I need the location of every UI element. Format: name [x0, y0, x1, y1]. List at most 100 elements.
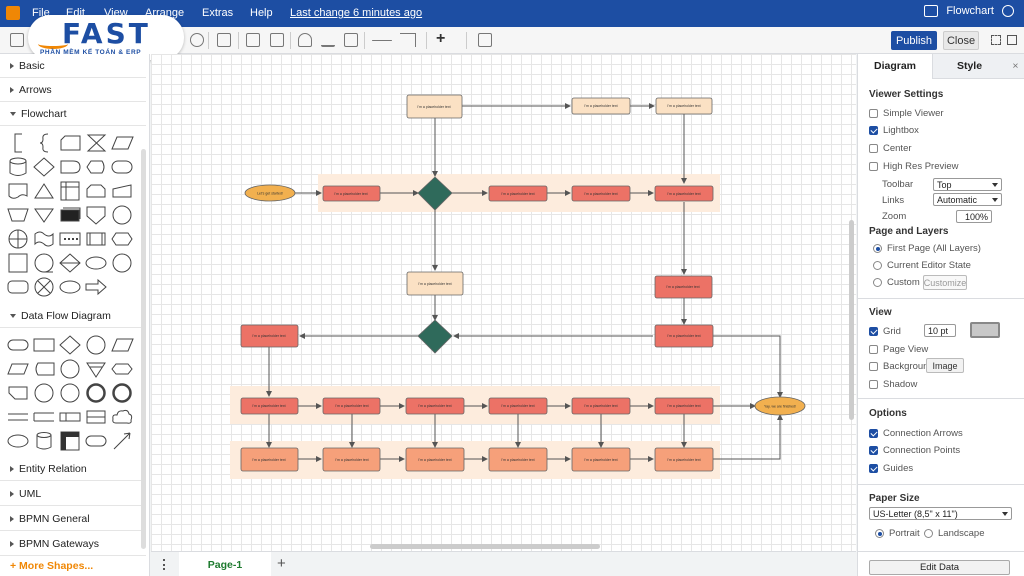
center-row[interactable]: Center — [869, 143, 912, 154]
current-editor-radio[interactable] — [873, 261, 882, 270]
collate-shape[interactable] — [84, 131, 109, 155]
dfd-wave-shape[interactable] — [32, 357, 57, 381]
dfd-circle-plain-shape[interactable] — [32, 381, 57, 405]
process-shape[interactable] — [84, 227, 109, 251]
manual-input-shape[interactable] — [110, 179, 135, 203]
dfd-split-shape[interactable] — [58, 405, 83, 429]
collapse-icon[interactable] — [1007, 35, 1017, 45]
comments-icon[interactable] — [924, 5, 939, 17]
brace-shape[interactable] — [32, 131, 57, 155]
first-page-radio[interactable] — [873, 244, 882, 253]
terminator-shape[interactable] — [110, 155, 135, 179]
decision-shape[interactable] — [32, 155, 57, 179]
connection-arrows-checkbox[interactable] — [869, 429, 878, 438]
dfd-rounded-shape[interactable] — [84, 429, 109, 453]
section-entity-relation[interactable]: Entity Relation — [0, 457, 146, 481]
section-bpmn-general[interactable]: BPMN General — [0, 507, 146, 531]
portrait-radio[interactable] — [875, 529, 884, 538]
dfd-list-shape[interactable] — [84, 405, 109, 429]
data-shape[interactable] — [110, 131, 135, 155]
manual-operation-shape[interactable] — [6, 203, 31, 227]
diagram-title[interactable]: Flowchart — [946, 5, 994, 17]
database-shape[interactable] — [6, 155, 31, 179]
lightbox-row[interactable]: Lightbox — [869, 125, 919, 136]
sidebar-scrollbar[interactable] — [141, 149, 146, 549]
landscape-row[interactable]: Landscape — [924, 528, 984, 539]
page-view-checkbox[interactable] — [869, 345, 878, 354]
landscape-radio[interactable] — [924, 529, 933, 538]
annotation-shape[interactable] — [6, 131, 31, 155]
dfd-terminator-shape[interactable] — [6, 333, 31, 357]
portrait-row[interactable]: Portrait — [875, 528, 920, 539]
background-checkbox[interactable] — [869, 362, 878, 371]
image-button[interactable]: Image — [926, 358, 964, 373]
dfd-connector-shape[interactable] — [110, 429, 135, 453]
language-globe-icon[interactable] — [1002, 5, 1014, 17]
dfd-store-shape[interactable] — [32, 405, 57, 429]
page-view-row[interactable]: Page View — [869, 344, 928, 355]
section-flowchart[interactable]: Flowchart — [0, 102, 146, 126]
tab-style[interactable]: Style — [932, 54, 1006, 79]
paper-size-select[interactable]: US-Letter (8,5" x 11") — [869, 507, 1012, 520]
section-uml[interactable]: UML — [0, 482, 146, 506]
page-tab[interactable]: Page-1 — [179, 552, 271, 576]
more-shapes-link[interactable]: + More Shapes... — [10, 560, 93, 572]
dfd-hexagon-shape[interactable] — [110, 357, 135, 381]
dfd-window-shape[interactable] — [58, 429, 83, 453]
section-bpmn-gateways[interactable]: BPMN Gateways — [0, 532, 146, 556]
center-checkbox[interactable] — [869, 144, 878, 153]
menu-help[interactable]: Help — [250, 7, 273, 19]
delay-shape[interactable] — [58, 155, 83, 179]
pages-menu-icon[interactable] — [163, 559, 166, 570]
dfd-tab-shape[interactable] — [6, 381, 31, 405]
start-shape[interactable] — [110, 251, 135, 275]
custom-row[interactable]: Custom — [873, 277, 920, 288]
ellipse-shape[interactable] — [58, 275, 83, 299]
connection-arrows-row[interactable]: Connection Arrows — [869, 428, 963, 439]
close-panel-icon[interactable]: × — [1006, 54, 1024, 79]
terminal-shape[interactable] — [6, 275, 31, 299]
tab-diagram[interactable]: Diagram — [858, 54, 932, 79]
high-res-row[interactable]: High Res Preview — [869, 161, 959, 172]
merge-shape[interactable] — [32, 203, 57, 227]
summing-x-shape[interactable] — [32, 275, 57, 299]
section-basic[interactable]: Basic — [0, 54, 146, 78]
grid-checkbox[interactable] — [869, 327, 878, 336]
line-color-icon[interactable] — [321, 33, 335, 47]
predefined-process-shape[interactable] — [58, 227, 83, 251]
decision-diamond[interactable] — [417, 319, 453, 354]
display-shape[interactable] — [84, 155, 109, 179]
lightbox-checkbox[interactable] — [869, 126, 878, 135]
fullscreen-icon[interactable] — [991, 35, 1001, 45]
menu-extras[interactable]: Extras — [202, 7, 233, 19]
fill-color-icon[interactable] — [298, 33, 312, 47]
canvas-vertical-scrollbar[interactable] — [849, 220, 854, 420]
preparation-shape[interactable] — [110, 227, 135, 251]
rectangle-shape[interactable] — [6, 251, 31, 275]
dfd-diamond-shape[interactable] — [58, 333, 83, 357]
arrow-right-shape[interactable] — [84, 275, 109, 299]
dfd-rectangle-shape[interactable] — [32, 333, 57, 357]
high-res-checkbox[interactable] — [869, 162, 878, 171]
canvas-horizontal-scrollbar[interactable] — [370, 544, 600, 549]
or-shape[interactable] — [110, 203, 135, 227]
close-button[interactable]: Close — [943, 31, 979, 50]
connector[interactable] — [713, 335, 783, 398]
grid-color-swatch[interactable] — [970, 322, 1000, 338]
first-page-row[interactable]: First Page (All Layers) — [873, 243, 981, 254]
simple-viewer-row[interactable]: Simple Viewer — [869, 108, 944, 119]
dfd-parallelogram-shape[interactable] — [110, 333, 135, 357]
custom-radio[interactable] — [873, 278, 882, 287]
dfd-circle-thick-shape[interactable] — [84, 381, 109, 405]
add-page-icon[interactable]: + — [277, 555, 286, 572]
dfd-cloud-shape[interactable] — [110, 405, 135, 429]
drawio-app-icon[interactable] — [6, 6, 20, 20]
off-page-shape[interactable] — [84, 203, 109, 227]
loop-limit-shape[interactable] — [84, 179, 109, 203]
dfd-circle-outline-shape[interactable] — [58, 381, 83, 405]
paper-tape-shape[interactable] — [32, 227, 57, 251]
dfd-ellipse-shape[interactable] — [6, 429, 31, 453]
shadow-row[interactable]: Shadow — [869, 379, 917, 390]
redo-icon[interactable] — [190, 33, 204, 47]
simple-viewer-checkbox[interactable] — [869, 109, 878, 118]
